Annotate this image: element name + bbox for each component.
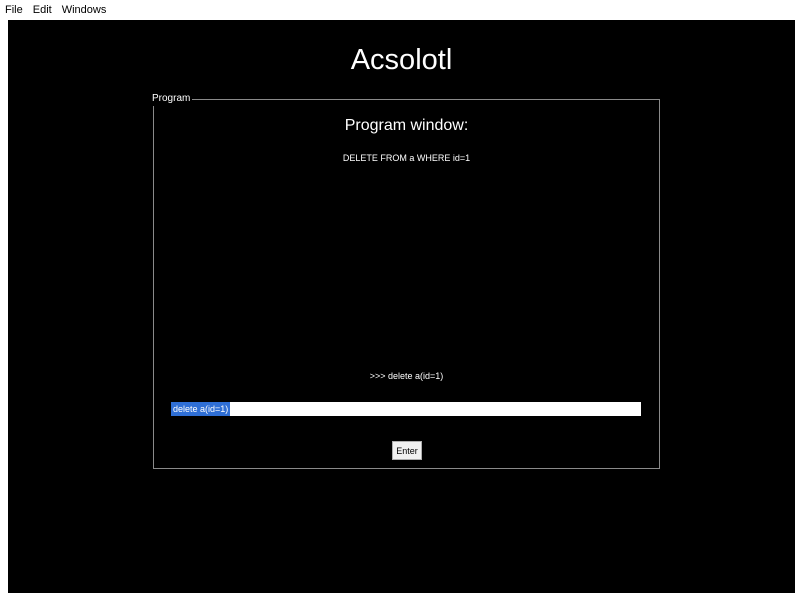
command-echo: >>> delete a(id=1)	[369, 371, 444, 381]
program-output-text: DELETE FROM a WHERE id=1	[342, 153, 471, 163]
menu-file[interactable]: File	[0, 0, 28, 20]
program-window-heading: Program window:	[344, 117, 469, 134]
app-title: Acsolotl	[350, 44, 453, 76]
program-group-label: Program	[152, 92, 193, 106]
menu-windows[interactable]: Windows	[57, 0, 112, 20]
program-group: Program Program window: DELETE FROM a WH…	[152, 92, 660, 469]
menu-edit[interactable]: Edit	[28, 0, 57, 20]
menu-bar: File Edit Windows	[0, 0, 795, 20]
command-input[interactable]	[171, 402, 641, 416]
main-canvas: Acsolotl Program Program window: DELETE …	[8, 20, 795, 593]
enter-button[interactable]: Enter	[392, 441, 422, 460]
